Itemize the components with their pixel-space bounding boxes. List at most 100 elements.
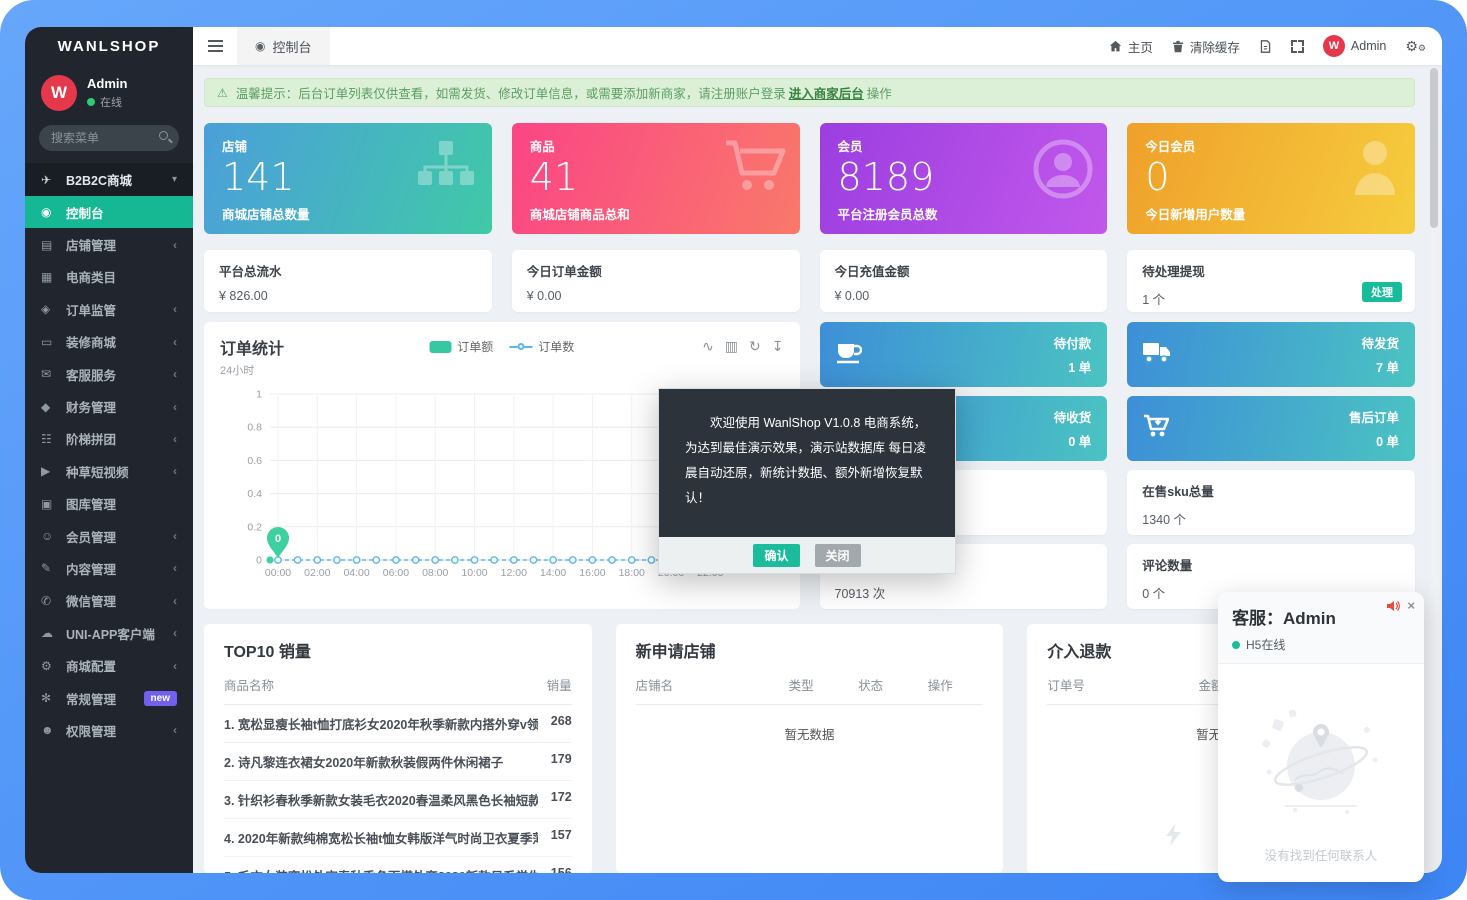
legend-订单数[interactable]: 订单数	[509, 338, 574, 355]
close-button[interactable]: 关闭	[815, 544, 861, 567]
refresh-icon[interactable]: ↻	[749, 338, 761, 355]
chat-status: H5在线	[1246, 636, 1285, 653]
tab-console[interactable]: ◉ 控制台	[237, 27, 330, 65]
stat-card-3[interactable]: 今日会员 0 今日新增用户数量	[1127, 123, 1415, 234]
user-avatar-small: W	[1323, 35, 1345, 57]
stat-card-1[interactable]: 商品 41 商城店铺商品总和	[512, 123, 800, 234]
sidebar-item-config[interactable]: ⚙商城配置‹	[25, 649, 193, 681]
new-shops-panel: 新申请店铺 店铺名类型状态操作 暂无数据	[616, 624, 1004, 873]
finance-icon: ◆	[41, 400, 59, 414]
sidebar-item-member[interactable]: ☺会员管理‹	[25, 520, 193, 552]
online-dot	[87, 98, 95, 106]
chat-empty-text: 没有找到任何联系人	[1218, 845, 1424, 864]
svg-text:0.4: 0.4	[247, 488, 262, 500]
shop-icon: ▤	[41, 238, 59, 252]
svg-text:18:00: 18:00	[619, 567, 645, 579]
search-input[interactable]	[39, 125, 179, 151]
new-shops-col-2: 状态	[858, 675, 928, 694]
sidebar-section-b2b2c[interactable]: ✈ B2B2C商城 ▾	[25, 163, 193, 196]
svg-text:0.2: 0.2	[247, 521, 262, 533]
scrollbar-thumb[interactable]	[1430, 68, 1438, 228]
order-card-0[interactable]: 待付款1 单	[820, 322, 1108, 387]
sidebar-item-general[interactable]: ✻常规管理new	[25, 682, 193, 714]
bar-chart-icon[interactable]: ▥	[725, 338, 738, 355]
sidebar-menu: ◉控制台▤店铺管理‹▦电商类目◈订单监管‹▭装修商城‹✉客服服务‹◆财务管理‹☷…	[25, 196, 193, 747]
brand-title: WANLSHOP	[25, 27, 193, 67]
document-icon	[1259, 40, 1272, 53]
topbar-user[interactable]: W Admin	[1323, 35, 1386, 57]
stat-card-0[interactable]: 店铺 141 商城店铺总数量	[204, 123, 492, 234]
sidebar-item-console[interactable]: ◉控制台	[25, 196, 193, 228]
svg-text:0: 0	[275, 533, 281, 545]
sidebar-item-category[interactable]: ▦电商类目	[25, 261, 193, 293]
clear-cache-button[interactable]: 清除缓存	[1172, 37, 1240, 56]
planet-illustration	[1255, 702, 1387, 820]
sidebar-item-content[interactable]: ✎内容管理‹	[25, 552, 193, 584]
sidebar-item-gallery[interactable]: ▣图库管理	[25, 488, 193, 520]
mini-stat-0: 平台总流水¥ 826.00	[204, 250, 492, 312]
svg-text:0.6: 0.6	[247, 455, 262, 467]
chevron-left-icon: ‹	[173, 464, 177, 478]
quick-action-button[interactable]	[1150, 811, 1198, 859]
content-icon: ✎	[41, 561, 59, 575]
merchant-backend-link[interactable]: 进入商家后台	[789, 83, 864, 102]
top10-row-4: 4. 2020年新款纯棉宽松长袖t恤女韩版洋气时尚卫衣夏季薄款打底上衣157	[224, 819, 572, 857]
trash-icon	[1172, 40, 1184, 53]
sidebar-item-finance[interactable]: ◆财务管理‹	[25, 390, 193, 422]
chevron-left-icon: ‹	[173, 529, 177, 543]
gears-icon: ⚙⚙	[1405, 38, 1426, 55]
chevron-left-icon: ‹	[173, 302, 177, 316]
sidebar-item-shops[interactable]: ▤店铺管理‹	[25, 228, 193, 260]
svg-text:10:00: 10:00	[461, 567, 487, 579]
stat-card-2[interactable]: 会员 8189 平台注册会员总数	[820, 123, 1108, 234]
chevron-left-icon: ‹	[173, 626, 177, 640]
report-button[interactable]	[1259, 40, 1272, 53]
dashboard-icon: ◉	[41, 205, 59, 219]
stat-cards-row: 店铺 141 商城店铺总数量 商品 41 商城店铺商品总和 会员 8189 平台…	[204, 123, 1415, 234]
order-icon: ◈	[41, 302, 59, 316]
chart-subtitle: 24小时	[220, 362, 784, 378]
handle-withdraw-button[interactable]: 处理	[1362, 282, 1402, 302]
sidebar-item-video[interactable]: ▶种草短视频‹	[25, 455, 193, 487]
sidebar-item-auth[interactable]: ☻权限管理‹	[25, 714, 193, 746]
line-chart-icon[interactable]: ∿	[702, 338, 714, 355]
chat-body: 没有找到任何联系人	[1218, 664, 1424, 864]
topbar: ◉ 控制台 主页 清除缓存 W Admin ⚙⚙	[193, 27, 1442, 65]
sidebar-item-wechat[interactable]: ✆微信管理‹	[25, 585, 193, 617]
legend-订单额[interactable]: 订单额	[429, 338, 493, 355]
wechat-icon: ✆	[41, 594, 59, 608]
chat-close-icon[interactable]: ×	[1407, 599, 1415, 612]
chevron-down-icon: ▾	[172, 174, 177, 185]
svg-text:12:00: 12:00	[501, 567, 527, 579]
new-shops-col-3: 操作	[928, 675, 984, 694]
order-card-3[interactable]: 售后订单0 单	[1127, 396, 1415, 461]
order-card-1[interactable]: 待发货7 单	[1127, 322, 1415, 387]
top10-col-sales: 销量	[538, 675, 572, 694]
fullscreen-button[interactable]	[1291, 40, 1304, 53]
home-button[interactable]: 主页	[1109, 37, 1153, 56]
chat-header: 客服：Admin H5在线 ×	[1218, 592, 1424, 664]
sidebar-item-orders[interactable]: ◈订单监管‹	[25, 293, 193, 325]
chat-title: 客服：Admin	[1232, 604, 1410, 629]
sidebar-item-service[interactable]: ✉客服服务‹	[25, 358, 193, 390]
download-icon[interactable]: ↧	[772, 338, 784, 355]
chat-online-dot	[1232, 641, 1240, 649]
cart-icon	[724, 139, 786, 198]
users-icon: ☻	[41, 723, 59, 737]
user-avatar[interactable]: W	[41, 75, 77, 111]
confirm-button[interactable]: 确认	[753, 544, 799, 567]
sidebar-item-group[interactable]: ☷阶梯拼团‹	[25, 423, 193, 455]
chevron-left-icon: ‹	[173, 335, 177, 349]
sound-icon[interactable]	[1386, 600, 1400, 612]
chevron-left-icon: ‹	[173, 432, 177, 446]
sidebar-search	[39, 125, 179, 151]
top10-row-3: 3. 针织衫春秋季新款女装毛衣2020春温柔风黑色长袖短款上衣开衫外套172	[224, 781, 572, 819]
settings-button[interactable]: ⚙⚙	[1405, 38, 1426, 55]
category-icon: ▦	[41, 270, 59, 284]
sidebar-item-uniapp[interactable]: ☁UNI-APP客户端‹	[25, 617, 193, 649]
top10-col-name: 商品名称	[224, 675, 538, 694]
menu-toggle-button[interactable]	[193, 27, 237, 65]
plane-icon: ✈	[41, 173, 59, 187]
sidebar-item-decorate[interactable]: ▭装修商城‹	[25, 326, 193, 358]
svg-text:00:00: 00:00	[265, 567, 291, 579]
